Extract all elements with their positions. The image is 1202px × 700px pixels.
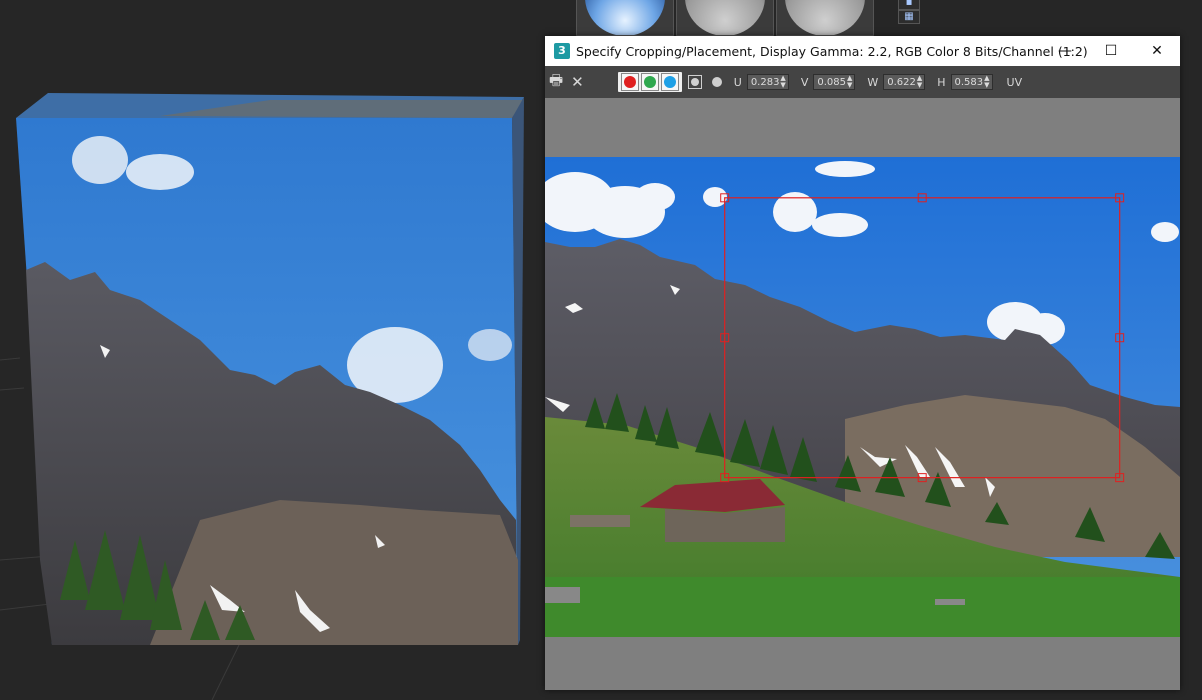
close-icon: ✕ [1151,43,1163,59]
material-preview-sphere [685,0,765,35]
box-front-face [16,118,518,645]
maximize-button[interactable]: ☐ [1088,36,1134,66]
w-label: W [867,75,879,89]
spinner-arrows-icon[interactable]: ▲ ▼ [917,75,922,89]
h-value: 0.583 [954,76,984,88]
crop-placement-dialog: 3 Specify Cropping/Placement, Display Ga… [545,36,1180,690]
v-label: V [800,75,809,89]
material-preview-sphere [585,0,665,35]
material-preview-sphere [785,0,865,35]
checker-background-icon[interactable]: ▪ [898,0,920,10]
material-slot-2[interactable] [676,0,774,36]
material-slot-1[interactable] [576,0,674,36]
blue-channel-toggle[interactable] [660,73,679,91]
red-channel-icon [623,76,636,88]
spinner-arrows-icon[interactable]: ▲ ▼ [984,75,989,89]
material-slot-3[interactable] [776,0,874,36]
alpha-display-toggle[interactable] [711,77,722,87]
u-value: 0.283 [750,76,780,88]
mono-display-toggle[interactable] [687,75,702,89]
w-spinner[interactable]: 0.622 ▲ ▼ [883,74,926,90]
blue-channel-icon [663,76,676,88]
spinner-arrows-icon[interactable]: ▲ ▼ [847,75,852,89]
dialog-toolbar: 🖶 ✕ U 0.283 ▲ ▼ V 0.085 ▲ ▼ W 0.622 ▲ ▼ … [545,66,1180,98]
print-icon[interactable]: 🖶 [549,70,563,95]
uv-toggle[interactable]: UV [1007,76,1023,89]
bitmap-preview[interactable] [545,157,1180,637]
clear-icon[interactable]: ✕ [571,73,584,91]
channel-toggle-group [617,72,682,92]
spinner-arrows-icon[interactable]: ▲ ▼ [780,75,785,89]
checker-pattern-icon[interactable]: ▦ [898,10,920,24]
green-channel-icon [643,76,656,88]
h-label: H [937,75,946,89]
v-spinner[interactable]: 0.085 ▲ ▼ [813,74,856,90]
w-value: 0.622 [887,76,916,88]
v-value: 0.085 [817,76,846,88]
green-channel-toggle[interactable] [640,73,659,91]
u-spinner[interactable]: 0.283 ▲ ▼ [746,74,789,90]
red-channel-toggle[interactable] [620,73,639,91]
h-spinner[interactable]: 0.583 ▲ ▼ [950,74,993,90]
minimize-icon: — [1058,43,1072,59]
dialog-titlebar[interactable]: 3 Specify Cropping/Placement, Display Ga… [545,36,1180,66]
u-label: U [733,75,742,89]
close-button[interactable]: ✕ [1134,36,1180,66]
maximize-icon: ☐ [1104,43,1118,59]
minimize-button[interactable]: — [1042,36,1088,66]
image-canvas[interactable] [545,98,1180,690]
mono-icon [690,78,699,86]
dialog-title: Specify Cropping/Placement, Display Gamm… [576,43,1088,59]
app-icon: 3 [554,43,570,59]
